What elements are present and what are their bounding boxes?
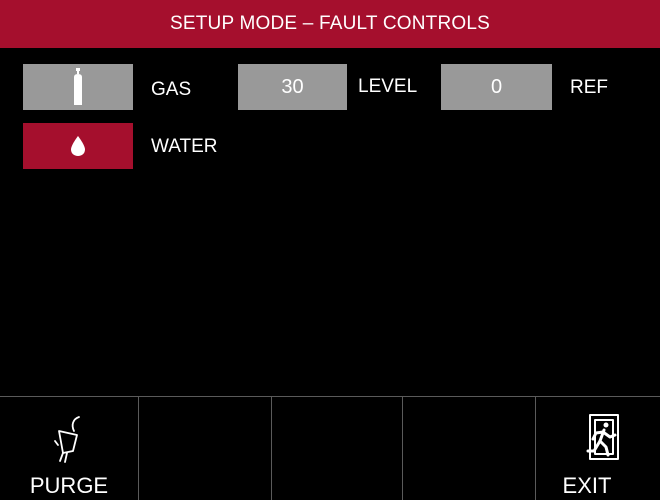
footer-slot-2 — [138, 397, 271, 500]
purge-icon — [54, 416, 80, 463]
gas-label: GAS — [151, 79, 192, 100]
ref-value-field[interactable]: 0 — [441, 64, 552, 110]
level-label: LEVEL — [358, 76, 418, 97]
level-value-field[interactable]: 30 — [238, 64, 347, 110]
gas-cylinder-icon — [74, 68, 82, 105]
level-value: 30 — [281, 75, 304, 98]
gas-fault-button[interactable] — [23, 64, 133, 110]
ref-value: 0 — [490, 75, 503, 98]
title-bar: SETUP MODE – FAULT CONTROLS — [0, 0, 660, 48]
footer-slot-4 — [402, 397, 535, 500]
footer-slot-3 — [271, 397, 402, 500]
exit-label: EXIT — [562, 473, 612, 498]
purge-button[interactable]: PURGE — [0, 397, 138, 500]
exit-running-man-icon — [586, 414, 619, 460]
footer-toolbar: PURGE EXIT — [0, 396, 660, 500]
exit-button[interactable]: EXIT — [535, 397, 660, 500]
ref-label: REF — [570, 77, 608, 98]
water-drop-icon — [71, 136, 85, 156]
water-fault-button[interactable] — [23, 123, 133, 169]
page-title: SETUP MODE – FAULT CONTROLS — [169, 13, 491, 34]
water-label: WATER — [151, 136, 218, 157]
purge-label: PURGE — [29, 473, 109, 498]
